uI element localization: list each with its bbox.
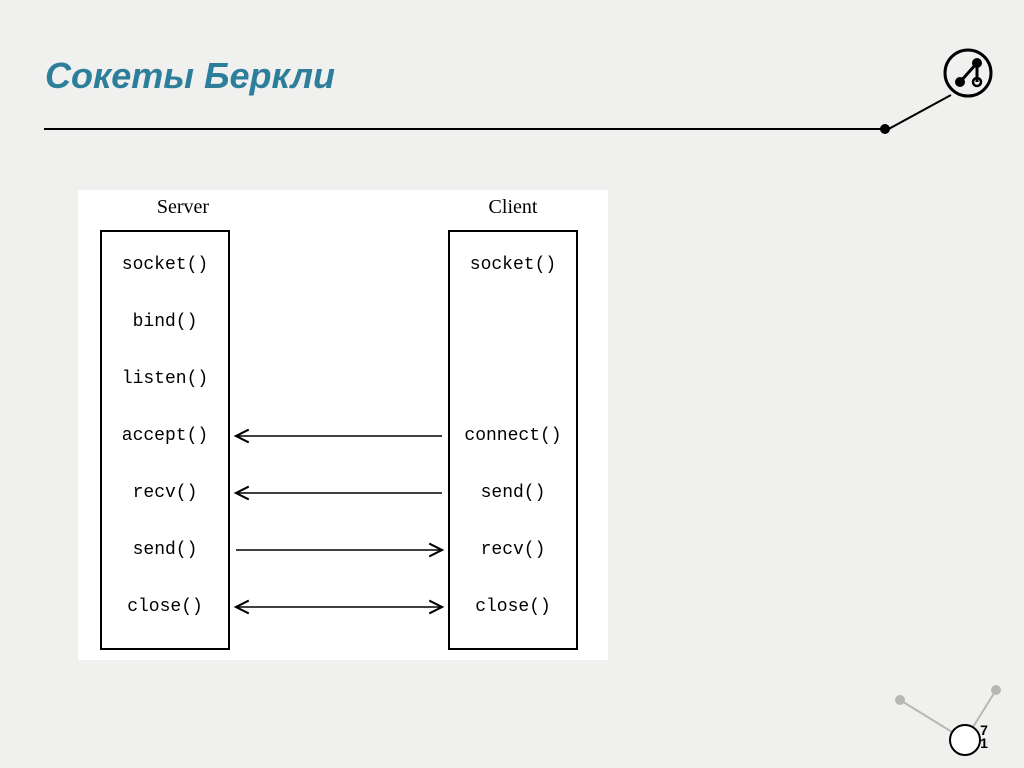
server-call: send()	[100, 540, 230, 560]
server-call: listen()	[100, 369, 230, 389]
client-call: socket()	[448, 255, 578, 275]
client-call: recv()	[448, 540, 578, 560]
page-number-bottom: 1	[980, 735, 988, 751]
server-call: bind()	[100, 312, 230, 332]
header-underline	[44, 128, 884, 130]
server-header: Server	[118, 196, 248, 219]
socket-diagram: Server Client socket() bind() listen() a…	[78, 190, 608, 660]
client-call: close()	[448, 597, 578, 617]
server-call: recv()	[100, 483, 230, 503]
page-title: Сокеты Беркли	[45, 55, 335, 97]
header-slash	[885, 93, 955, 133]
client-call: connect()	[448, 426, 578, 446]
client-call: send()	[448, 483, 578, 503]
git-branch-icon	[942, 47, 994, 99]
page-number: 7 1	[970, 724, 998, 750]
server-call: close()	[100, 597, 230, 617]
server-call: socket()	[100, 255, 230, 275]
client-header: Client	[448, 196, 578, 219]
flow-arrows	[232, 230, 446, 650]
server-call: accept()	[100, 426, 230, 446]
